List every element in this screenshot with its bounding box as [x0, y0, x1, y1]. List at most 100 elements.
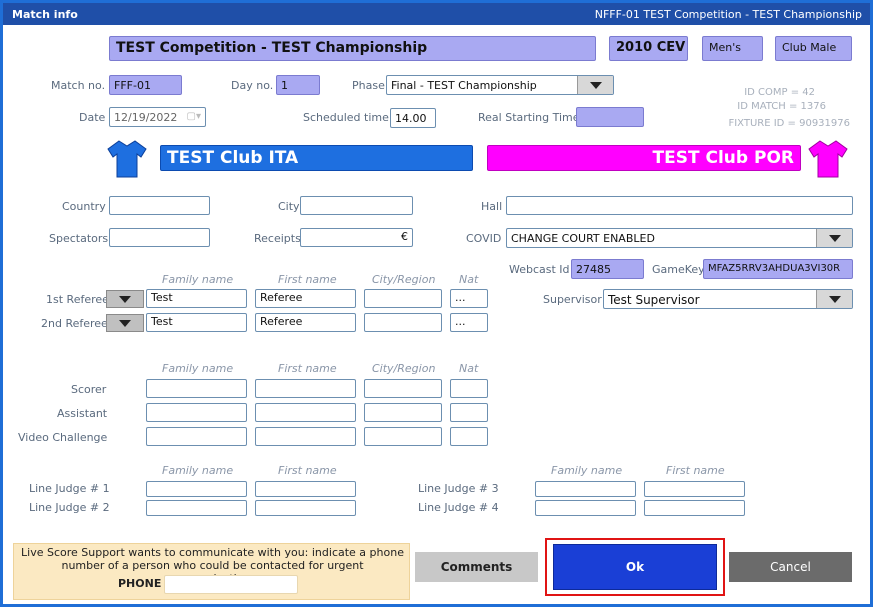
line-judge-4-family[interactable]	[535, 500, 636, 516]
country-label: Country	[62, 200, 106, 213]
scorer-first[interactable]	[255, 379, 356, 398]
chevron-down-icon[interactable]	[816, 229, 852, 247]
live-score-notice: Live Score Support wants to communicate …	[13, 543, 410, 600]
city-label: City	[278, 200, 300, 213]
line-judge-3-family[interactable]	[535, 481, 636, 497]
line-judge-2-family[interactable]	[146, 500, 247, 516]
spectators-label: Spectators	[49, 232, 109, 245]
covid-value: CHANGE COURT ENABLED	[511, 232, 655, 245]
date-value: 12/19/2022	[114, 111, 178, 124]
referee-2-family[interactable]: Test	[146, 313, 247, 332]
video-first[interactable]	[255, 427, 356, 446]
referee-1-dropdown[interactable]	[106, 290, 144, 308]
video-nat[interactable]	[450, 427, 488, 446]
phone-label: PHONE	[118, 577, 162, 590]
date-picker[interactable]: 12/19/2022 ▢▾	[109, 107, 206, 127]
supervisor-label: Supervisor	[543, 293, 602, 306]
assistant-first[interactable]	[255, 403, 356, 422]
webcast-label: Webcast Id	[509, 263, 570, 276]
referee-1-label: 1st Referee	[46, 293, 109, 306]
currency-symbol: €	[401, 230, 408, 243]
ref-header-nat: Nat	[459, 273, 479, 286]
competition-field[interactable]: TEST Competition - TEST Championship	[109, 36, 596, 61]
line-judge-2-first[interactable]	[255, 500, 356, 516]
fixture-id: FIXTURE ID = 90931976	[728, 118, 850, 129]
match-info-window: Match info NFFF-01 TEST Competition - TE…	[0, 0, 873, 607]
gamekey-field[interactable]: MFAZ5RRV3AHDUA3VI30R	[703, 259, 853, 279]
home-team-name[interactable]: TEST Club ITA	[160, 145, 473, 171]
video-city[interactable]	[364, 427, 442, 446]
referee-1-nat[interactable]: ...	[450, 289, 488, 308]
date-label: Date	[79, 111, 106, 124]
staff-header-city: City/Region	[372, 362, 436, 375]
referee-2-first[interactable]: Referee	[255, 313, 356, 332]
line-judge-4-label: Line Judge # 4	[418, 501, 499, 514]
assistant-family[interactable]	[146, 403, 247, 422]
category-field[interactable]: Club Male	[775, 36, 852, 61]
hall-label: Hall	[481, 200, 503, 213]
covid-label: COVID	[466, 232, 502, 245]
away-team-name[interactable]: TEST Club POR	[487, 145, 801, 171]
window-title-right: NFFF-01 TEST Competition - TEST Champion…	[594, 8, 862, 21]
comments-button[interactable]: Comments	[415, 552, 538, 582]
referee-2-nat[interactable]: ...	[450, 313, 488, 332]
city-field[interactable]	[300, 196, 413, 215]
cancel-button[interactable]: Cancel	[729, 552, 852, 582]
receipts-field[interactable]: €	[300, 228, 413, 247]
video-family[interactable]	[146, 427, 247, 446]
line-judge-4-first[interactable]	[644, 500, 745, 516]
ok-button[interactable]: Ok	[553, 544, 717, 590]
gamekey-label: GameKey	[652, 263, 705, 276]
chevron-down-icon[interactable]	[577, 76, 613, 94]
line-judge-3-label: Line Judge # 3	[418, 482, 499, 495]
ref-header-first: First name	[278, 273, 337, 286]
calendar-icon[interactable]: ▢▾	[187, 111, 201, 122]
away-shirt-icon	[808, 140, 848, 178]
line-judge-1-label: Line Judge # 1	[29, 482, 110, 495]
assistant-label: Assistant	[57, 407, 108, 420]
lj-header-first-right: First name	[666, 464, 725, 477]
scorer-family[interactable]	[146, 379, 247, 398]
referee-2-label: 2nd Referee	[41, 317, 108, 330]
scorer-nat[interactable]	[450, 379, 488, 398]
real-start-label: Real Starting Time	[478, 111, 580, 124]
referee-2-city[interactable]	[364, 313, 442, 332]
line-judge-1-family[interactable]	[146, 481, 247, 497]
chevron-down-icon[interactable]	[816, 290, 852, 308]
line-judge-1-first[interactable]	[255, 481, 356, 497]
referee-1-city[interactable]	[364, 289, 442, 308]
lj-header-family-left: Family name	[162, 464, 234, 477]
ref-header-city: City/Region	[372, 273, 436, 286]
supervisor-value: Test Supervisor	[608, 293, 700, 307]
phone-field[interactable]	[164, 575, 298, 594]
referee-1-family[interactable]: Test	[146, 289, 247, 308]
match-no-field[interactable]: FFF-01	[109, 75, 182, 95]
assistant-nat[interactable]	[450, 403, 488, 422]
hall-field[interactable]	[506, 196, 853, 215]
line-judge-3-first[interactable]	[644, 481, 745, 497]
assistant-city[interactable]	[364, 403, 442, 422]
real-start-field[interactable]	[576, 107, 644, 127]
lj-header-first-left: First name	[278, 464, 337, 477]
lj-header-family-right: Family name	[551, 464, 623, 477]
phase-select[interactable]: Final - TEST Championship	[386, 75, 614, 95]
country-field[interactable]	[109, 196, 210, 215]
scheduled-label: Scheduled time	[303, 111, 389, 124]
webcast-id-field[interactable]: 27485	[571, 259, 644, 279]
season-field[interactable]: 2010 CEV J	[609, 36, 688, 61]
supervisor-select[interactable]: Test Supervisor	[603, 289, 853, 309]
scorer-city[interactable]	[364, 379, 442, 398]
day-no-label: Day no.	[231, 79, 274, 92]
covid-select[interactable]: CHANGE COURT ENABLED	[506, 228, 853, 248]
scheduled-time-field[interactable]: 14.00	[390, 108, 436, 128]
id-match: ID MATCH = 1376	[737, 101, 826, 112]
gender-field[interactable]: Men's	[702, 36, 763, 61]
video-challenge-label: Video Challenge	[18, 431, 108, 444]
window-title: Match info	[12, 8, 78, 21]
day-no-field[interactable]: 1	[276, 75, 320, 95]
spectators-field[interactable]	[109, 228, 210, 247]
home-shirt-icon	[107, 140, 147, 178]
referee-1-first[interactable]: Referee	[255, 289, 356, 308]
staff-header-nat: Nat	[459, 362, 479, 375]
referee-2-dropdown[interactable]	[106, 314, 144, 332]
